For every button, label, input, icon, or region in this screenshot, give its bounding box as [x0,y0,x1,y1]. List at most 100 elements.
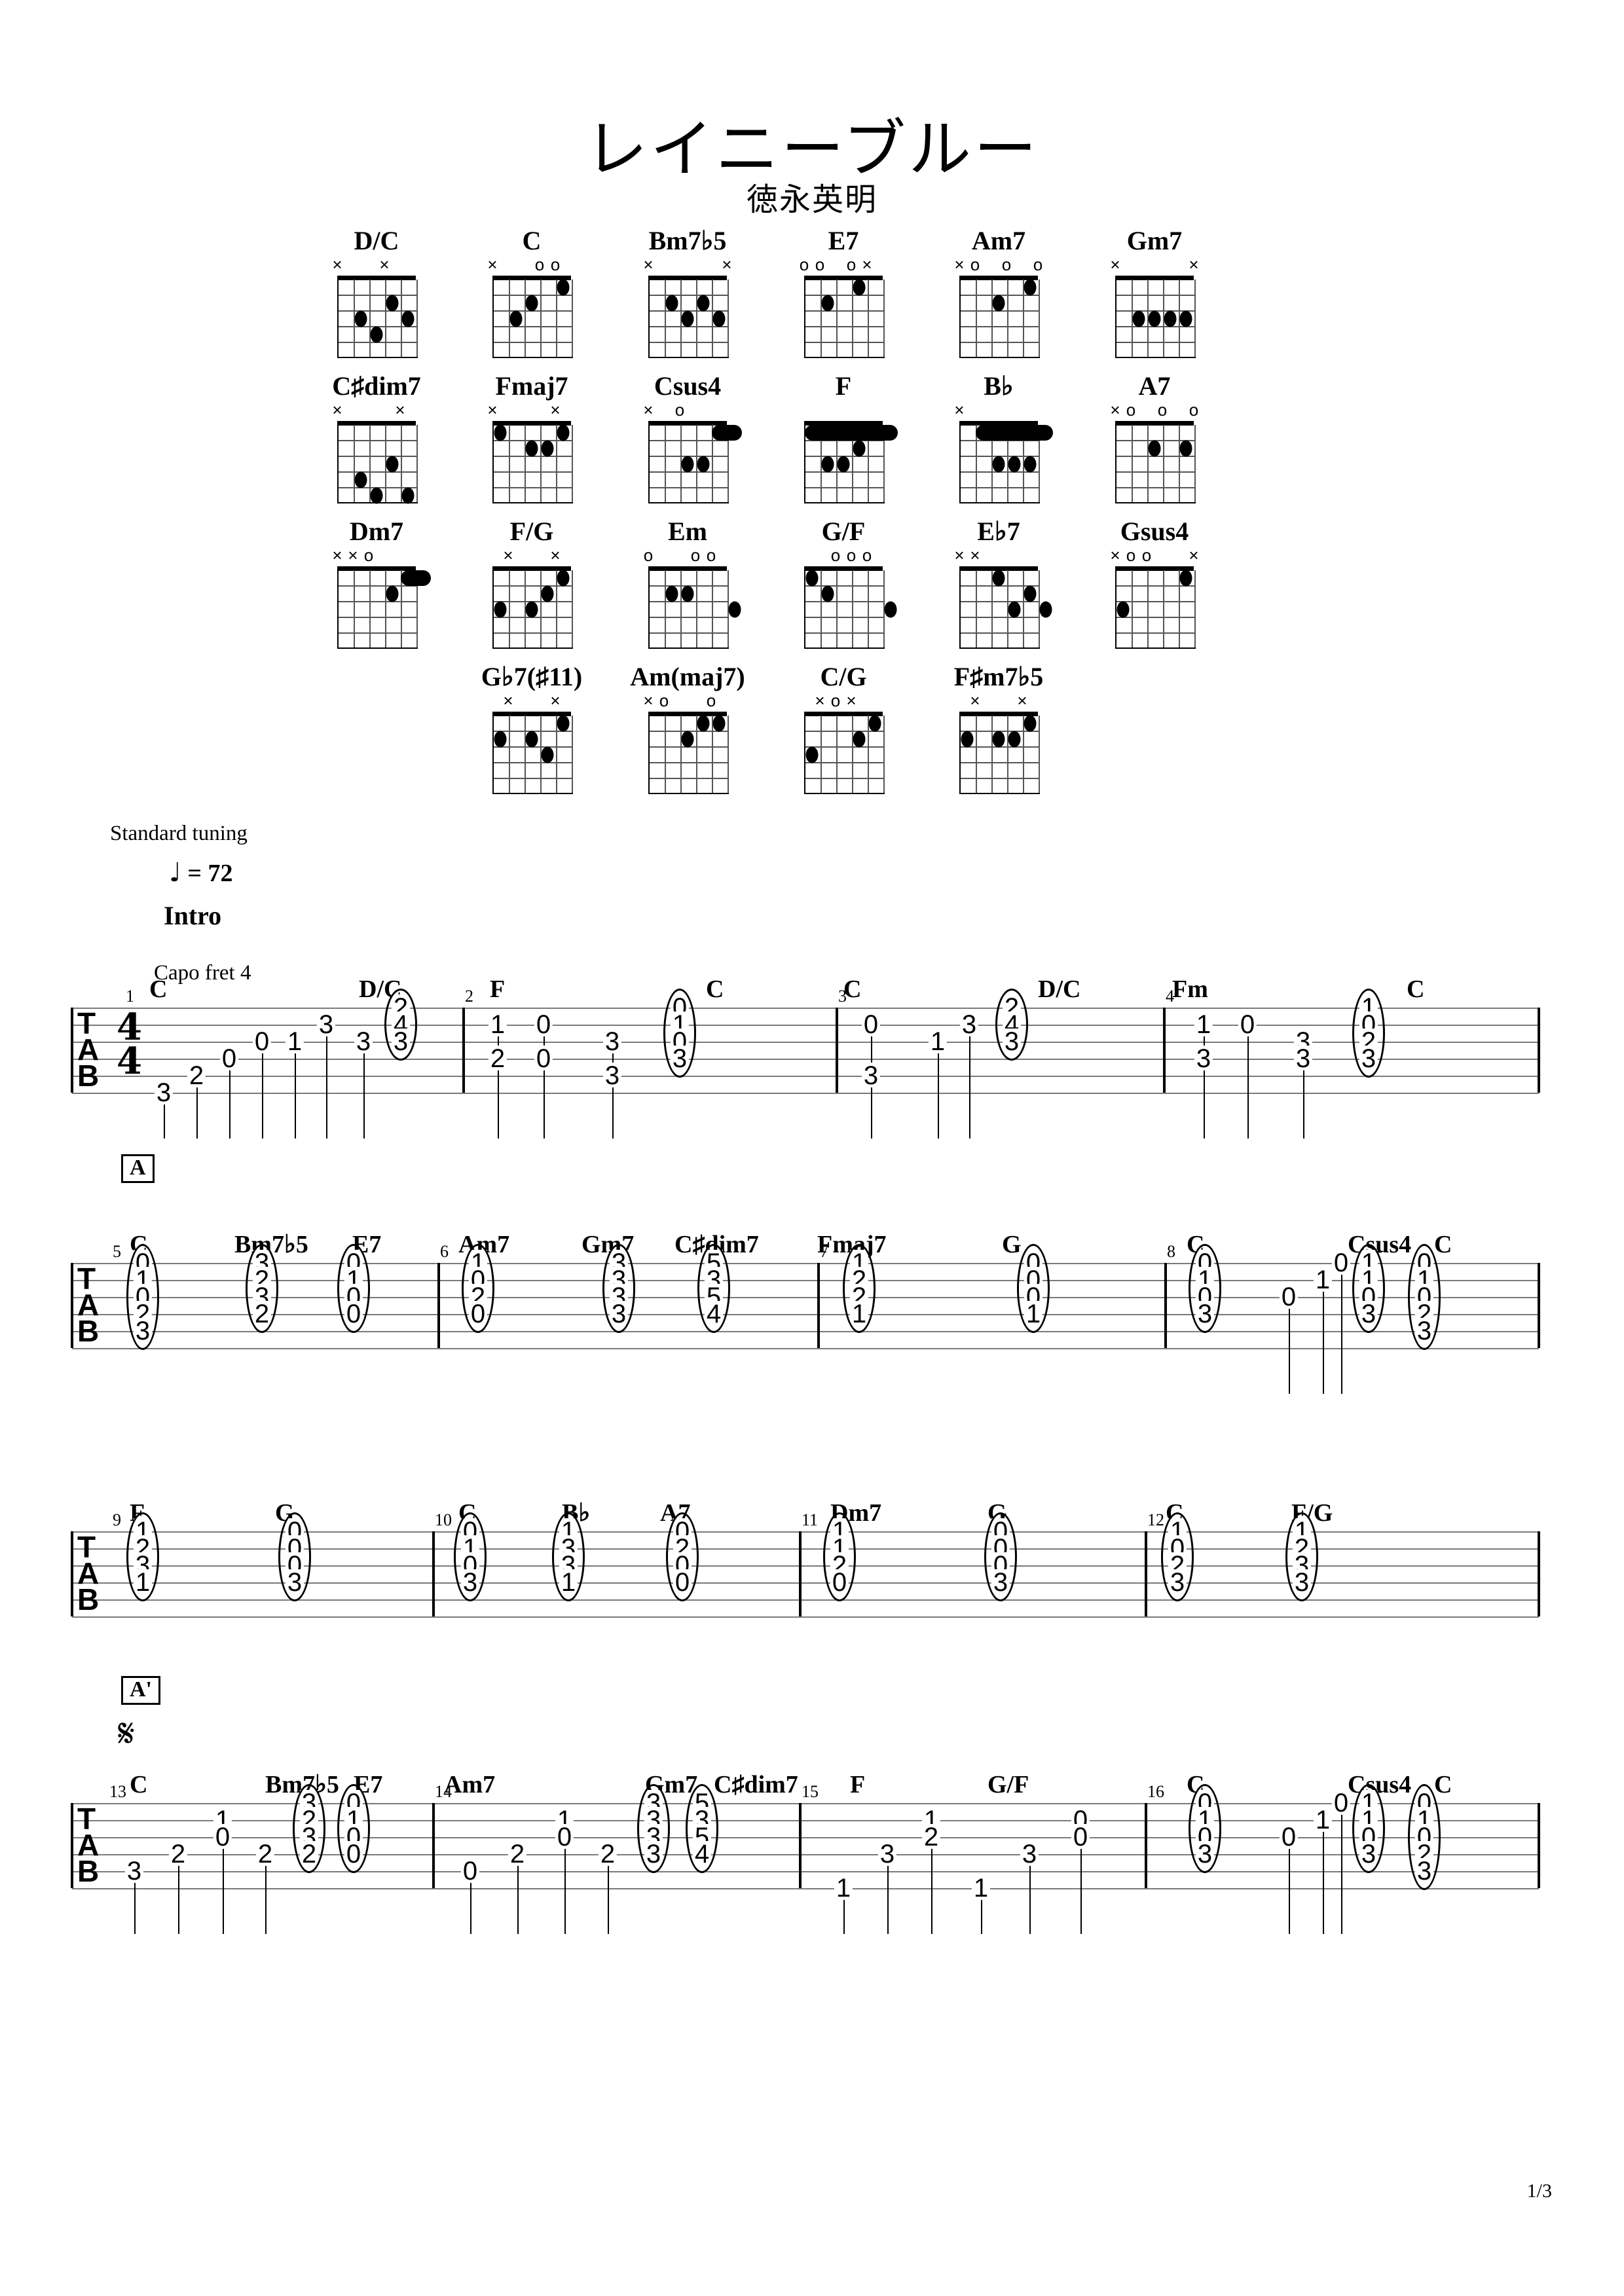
chord-diagram[interactable]: A7 × o o o [1096,371,1213,503]
string-line [1194,570,1196,647]
chord-diagram[interactable]: F/G × × [473,517,591,649]
open-string-icon: o [534,255,545,274]
chord-diagram-name: C♯dim7 [332,371,421,401]
finger-dot [354,310,367,327]
measure-barline [836,1008,838,1093]
finger-dot [1148,440,1161,457]
chord-stack-ellipse [454,1512,487,1601]
fretboard-grid [492,276,573,358]
tab-fret-number: 0 [219,1046,239,1072]
chord-diagram[interactable]: C/G × o × [784,662,902,794]
open-string-icon: o [830,545,841,565]
muted-string-icon: × [1110,400,1120,420]
chord-diagram[interactable]: Am7 × o o o [940,226,1058,358]
chord-diagram[interactable]: B♭ × [940,371,1058,503]
fret-line [650,487,728,488]
finger-dot [1179,310,1192,327]
tab-fret-number: 3 [602,1029,622,1055]
section-marker: A [121,1154,155,1183]
measure-barline [1164,1263,1167,1348]
fretboard-grid [1115,566,1196,649]
finger-dot [1024,715,1037,732]
string-line [369,280,371,357]
tab-staff: TAB4412343200133243120033010303132431303… [0,987,1624,1139]
string-line [540,570,542,647]
chord-stack-ellipse [1017,1244,1050,1333]
string-line [1194,280,1196,357]
finger-dot [992,295,1005,312]
fret-line [961,632,1039,634]
tab-fret-number: 2 [488,1046,507,1072]
measure-barline [817,1263,820,1348]
open-string-icon: o [1126,400,1136,420]
section-marker: A' [121,1676,160,1705]
chord-diagram[interactable]: G/F o o o [784,517,902,649]
muted-string-icon: × [550,691,561,710]
string-line [572,570,573,647]
chord-diagram[interactable]: Bm7♭5 × × [629,226,747,358]
string-line [572,716,573,793]
string-line [540,425,542,502]
fret-line [1116,342,1194,343]
fret-line [494,471,572,473]
tab-fret-number: 1 [285,1029,304,1055]
muted-string-icon: × [1017,691,1027,710]
open-string-icon: o [674,400,685,420]
fret-line [494,778,572,779]
chord-diagram[interactable]: Gsus4 × o o × [1096,517,1213,649]
open-string-icon: o [1033,255,1043,274]
note-stem [931,1849,932,1934]
fret-line [650,617,728,618]
chord-diagram[interactable]: Em o o o [629,517,747,649]
chord-diagram[interactable]: C × o o [473,226,591,358]
muted-string-icon: × [1189,545,1199,565]
finger-dot [494,731,507,748]
measure-number: 4 [1166,987,1174,1006]
tab-string-line [72,1616,1539,1618]
tab-fret-number: 3 [602,1063,622,1089]
chord-diagram[interactable]: Dm7 × × o [318,517,435,649]
finger-dot [821,456,834,473]
chord-diagram[interactable]: D/C × × [318,226,435,358]
fret-line [805,342,883,343]
string-line [509,716,510,793]
finger-dot [370,487,383,504]
finger-dot [992,456,1005,473]
string-line [1179,425,1180,502]
chord-diagram[interactable]: Fmaj7 × × [473,371,591,503]
chord-diagram[interactable]: Gm7 × × [1096,226,1213,358]
fretboard-grid [1115,276,1196,358]
chord-diagram[interactable]: G♭7(♯11) × × [473,662,591,794]
fret-line [339,440,416,441]
finger-dot [1116,601,1130,618]
muted-string-icon: × [487,255,498,274]
fretboard-grid [337,421,418,504]
chord-stack-ellipse [995,989,1028,1061]
finger-dot [681,731,694,748]
chord-stack-ellipse [337,1784,370,1873]
tab-fret-number: 2 [921,1824,941,1850]
chord-diagram-name: Dm7 [349,517,404,546]
chord-diagram[interactable]: C♯dim7 × × [318,371,435,504]
fret-line [339,617,416,618]
open-muted-markers: × o [643,400,727,420]
chord-diagram[interactable]: F♯m7♭5 × × [940,662,1058,794]
chord-diagram[interactable]: E♭7 × × [940,517,1058,649]
chord-diagram[interactable]: Am(maj7) × o o [629,662,747,794]
string-line [1147,570,1149,647]
fret-line [961,762,1039,763]
string-line [1132,570,1133,647]
string-line [416,425,418,502]
fretboard-grid [648,712,729,794]
chord-diagram[interactable]: Csus4 × o [629,371,747,503]
measure-number: 3 [838,987,847,1006]
tab-fret-number: 0 [1071,1824,1090,1850]
measure-number: 14 [435,1782,452,1801]
fret-line [805,762,883,763]
fret-line [1116,617,1194,618]
tab-fret-number: 1 [488,1011,507,1038]
finger-dot [494,601,507,618]
chord-diagram[interactable]: E7 o o o × [784,226,902,358]
note-stem [1080,1849,1082,1934]
chord-diagram[interactable]: F [784,371,902,503]
